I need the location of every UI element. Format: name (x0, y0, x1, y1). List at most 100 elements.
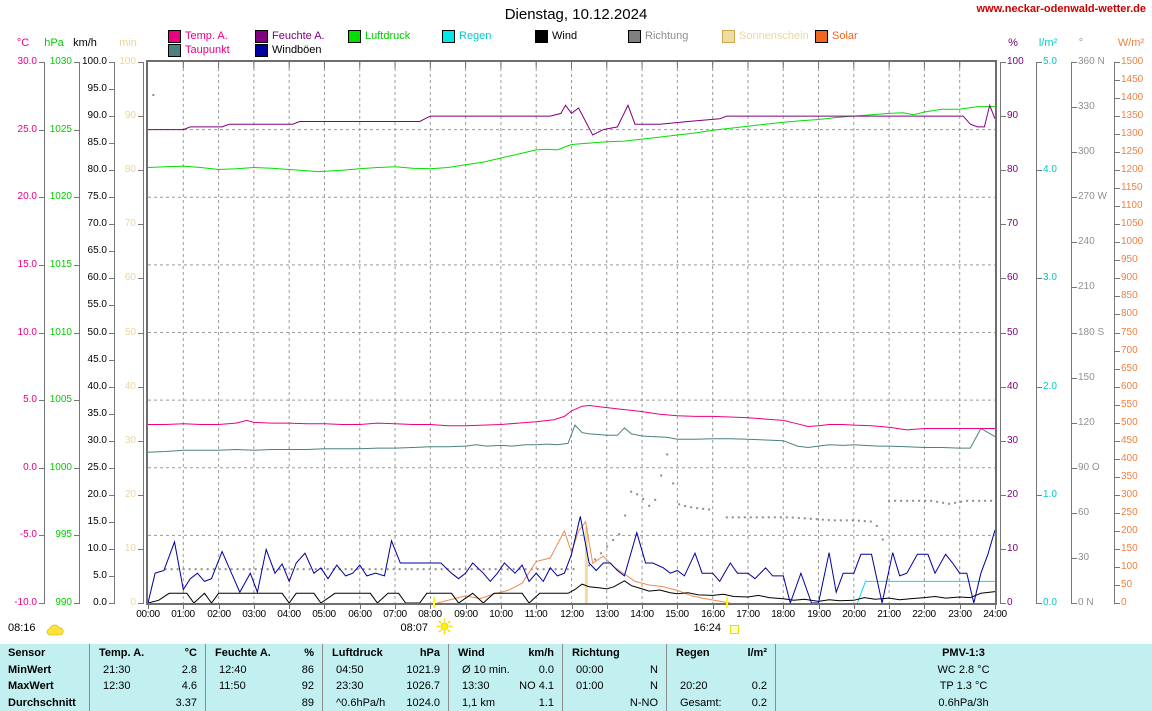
axis-tick (1072, 468, 1077, 469)
series-dot-Richtung (326, 568, 329, 571)
sunset-square-icon (730, 625, 739, 634)
series-dot-Richtung (368, 568, 371, 571)
table-cell-value: 1026.7 (406, 680, 440, 692)
table-cell-value: 86 (301, 664, 314, 676)
series-dot-Richtung (464, 568, 467, 571)
legend-swatch-sonnenschein (722, 30, 735, 43)
table-cell-value: 0.0 (538, 664, 554, 676)
axis-tick (109, 89, 114, 90)
series-dot-Richtung (374, 568, 377, 571)
current-time-label: 08:16 (8, 622, 36, 634)
axis-tick (1001, 441, 1006, 442)
series-dot-Richtung (624, 514, 627, 517)
axis-tick (109, 414, 114, 415)
series-dot-Richtung (434, 568, 437, 571)
legend-label: Luftdruck (365, 30, 411, 42)
axis-tick (138, 495, 143, 496)
legend-swatch-solar (815, 30, 828, 43)
table-cell-value: 92 (301, 680, 314, 692)
axis-tick-label: 150 (1078, 372, 1095, 383)
series-dot-Richtung (654, 498, 657, 501)
series-dot-Richtung (743, 516, 746, 519)
axis-tick (1001, 224, 1006, 225)
axis-tick (74, 535, 79, 536)
axis-tick-label: 1500 (1121, 56, 1144, 67)
axis-tick (1001, 333, 1006, 334)
axis-tick (1115, 80, 1120, 81)
hour-label: 07:00 (383, 609, 407, 620)
series-dot-Richtung (809, 517, 812, 520)
axis-tick-label: 100 (1121, 561, 1138, 572)
axis-tick (1115, 116, 1120, 117)
axis-tick (1072, 287, 1077, 288)
table-pmv-value: WC 2.8 °C (937, 664, 990, 676)
axis-tick (1115, 188, 1120, 189)
table-cell-value: N (650, 680, 658, 692)
sunrise-tick (433, 597, 435, 608)
series-dot-Richtung (152, 94, 155, 97)
axis-tick-label: 250 (1121, 507, 1138, 518)
hour-label: 15:00 (665, 609, 689, 620)
axis-tick (138, 170, 143, 171)
series-dot-Richtung (930, 499, 933, 502)
axis-tick-label: 1005 (49, 394, 72, 405)
axis-tick-label: 150 (1121, 543, 1138, 554)
axis-tick-label: 60 (124, 272, 136, 283)
axis-line-l/m² (1036, 62, 1037, 604)
table-cell-value: 0.2 (751, 697, 767, 709)
axis-tick-label: 300 (1078, 146, 1095, 157)
axis-tick (109, 522, 114, 523)
axis-tick-label: 400 (1121, 453, 1138, 464)
legend-swatch-tempa (168, 30, 181, 43)
axis-line-min (143, 62, 144, 604)
axis-tick-label: 45.0 (87, 354, 107, 365)
axis-tick-label: 550 (1121, 399, 1138, 410)
axis-tick (1115, 513, 1120, 514)
series-bar-Sonnenschein (584, 527, 588, 603)
series-dot-Richtung (560, 568, 563, 571)
series-dot-Richtung (881, 538, 884, 541)
series-dot-Richtung (440, 568, 443, 571)
axis-tick (1001, 387, 1006, 388)
legend-swatch-feuchtea (255, 30, 268, 43)
axis-tick (109, 576, 114, 577)
series-dot-Richtung (398, 568, 401, 571)
legend-label: Solar (832, 30, 858, 42)
series-dot-Richtung (290, 568, 293, 571)
hour-label: 14:00 (630, 609, 654, 620)
series-dot-Richtung (206, 568, 209, 571)
table-separator (562, 644, 563, 711)
axis-tick-label: 50 (124, 327, 136, 338)
hour-label: 09:00 (454, 609, 478, 620)
axis-tick (1001, 278, 1006, 279)
website-link[interactable]: www.neckar-odenwald-wetter.de (976, 3, 1146, 15)
axis-tick (1115, 260, 1120, 261)
axis-tick-label: 5.0 (1043, 56, 1057, 67)
hour-label: 22:00 (912, 609, 936, 620)
series-dot-Richtung (452, 568, 455, 571)
series-dot-Richtung (600, 552, 603, 555)
axis-tick (109, 197, 114, 198)
series-dot-Richtung (254, 568, 257, 571)
series-dot-Richtung (194, 568, 197, 571)
axis-tick (1115, 296, 1120, 297)
axis-tick-label: 0 (1121, 597, 1127, 608)
series-dot-Richtung (990, 499, 993, 502)
series-dot-Richtung (779, 516, 782, 519)
axis-tick-label: 0.0 (1043, 597, 1057, 608)
axis-tick-label: 360 N (1078, 56, 1105, 67)
axis-tick (1001, 549, 1006, 550)
axis-tick-label: 1015 (49, 259, 72, 270)
hour-label: 04:00 (277, 609, 301, 620)
axis-tick-label: 20 (124, 489, 136, 500)
series-dot-Richtung (894, 499, 897, 502)
series-dot-Richtung (200, 568, 203, 571)
series-dot-Richtung (845, 519, 848, 522)
series-dot-Richtung (954, 501, 957, 504)
axis-tick (138, 224, 143, 225)
table-cell-value: N-NO (629, 697, 658, 709)
axis-tick (1037, 603, 1042, 604)
axis-tick (1072, 197, 1077, 198)
axis-tick (109, 468, 114, 469)
series-dot-Richtung (308, 568, 311, 571)
